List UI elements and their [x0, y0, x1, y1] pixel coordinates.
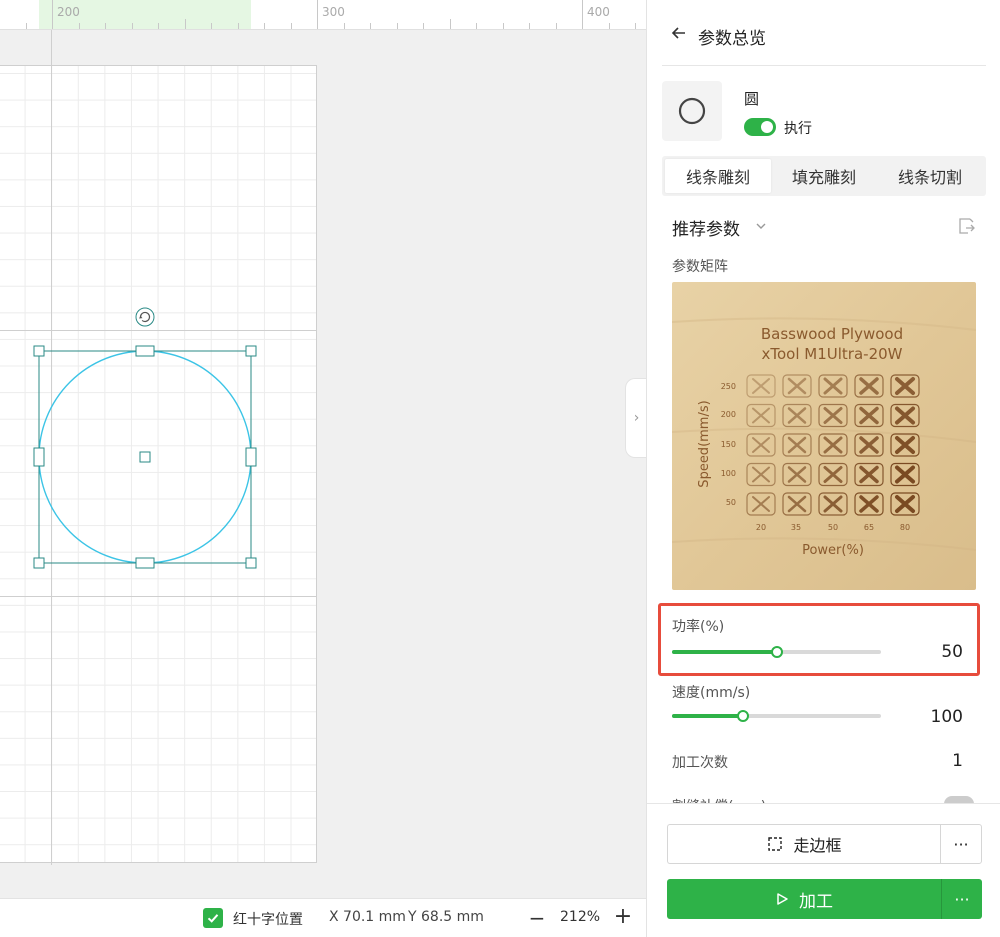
processing-mode-tabs: 线条雕刻 填充雕刻 线条切割 — [662, 156, 986, 196]
matrix-title-line2: xTool M1Ultra-20W — [762, 345, 903, 363]
matrix-speed-tick: 100 — [721, 469, 736, 478]
resize-handle-bottom[interactable] — [135, 557, 155, 569]
tab-fill-engrave[interactable]: 填充雕刻 — [771, 159, 877, 193]
shape-thumbnail — [662, 81, 722, 141]
process-button[interactable]: 加工 — [667, 879, 941, 919]
speed-slider-thumb[interactable] — [737, 710, 750, 722]
export-icon[interactable] — [956, 216, 976, 236]
checkbox-checked-icon[interactable] — [203, 908, 223, 928]
chevron-right-icon: › — [633, 410, 640, 426]
matrix-speed-tick: 150 — [721, 440, 736, 449]
resize-handle-tr[interactable] — [245, 345, 257, 357]
matrix-speed-tick: 50 — [726, 498, 736, 507]
panel-footer: 走边框 ··· 加工 ··· — [647, 803, 1000, 937]
resize-handle-bl[interactable] — [33, 557, 45, 569]
zoom-in-button[interactable]: + — [613, 904, 633, 930]
frame-button[interactable]: 走边框 — [667, 824, 941, 864]
status-bar: 红十字位置 X 70.1 mm Y 68.5 mm − 212% + — [0, 898, 646, 937]
matrix-x-axis-label: Power(%) — [802, 543, 864, 558]
speed-slider-fill — [672, 714, 744, 718]
play-icon — [775, 892, 789, 906]
process-more-button[interactable]: ··· — [941, 879, 982, 919]
y-coordinate-readout: Y 68.5 mm — [408, 909, 484, 925]
zoom-level[interactable]: 212% — [560, 909, 600, 925]
preset-label: 推荐参数 — [672, 220, 740, 240]
x-coordinate-readout: X 70.1 mm — [329, 909, 406, 925]
resize-handle-top[interactable] — [135, 345, 155, 357]
resize-handle-br[interactable] — [245, 557, 257, 569]
panel-collapse-handle[interactable]: › — [625, 378, 646, 458]
canvas-area[interactable]: 200 300 400 › 红十字位置 X 70.1 mm Y 68.5 mm … — [0, 0, 646, 937]
panel-header: 参数总览 — [662, 0, 986, 66]
app-window: 200 300 400 › 红十字位置 X 70.1 mm Y 68.5 mm … — [0, 0, 1000, 937]
resize-handle-right[interactable] — [245, 447, 257, 467]
frame-dashed-icon — [767, 836, 783, 852]
matrix-y-axis-label: Speed(mm/s) — [697, 400, 712, 487]
parameter-matrix-image: Basswood Plywood xTool M1Ultra-20W Speed… — [672, 282, 976, 590]
passes-label: 加工次数 — [672, 755, 728, 771]
resize-handle-left[interactable] — [33, 447, 45, 467]
matrix-power-tick: 35 — [791, 523, 801, 532]
rotate-handle[interactable] — [135, 307, 155, 327]
matrix-power-tick: 20 — [756, 523, 766, 532]
matrix-speed-tick: 250 — [721, 382, 736, 391]
frame-button-label: 走边框 — [793, 836, 842, 855]
crosshair-position-label: 红十字位置 — [233, 912, 303, 928]
center-handle[interactable] — [139, 451, 151, 463]
process-button-label: 加工 — [799, 891, 833, 912]
execute-toggle[interactable] — [744, 118, 776, 136]
panel-title: 参数总览 — [698, 29, 766, 49]
matrix-power-tick: 80 — [900, 523, 910, 532]
frame-more-button[interactable]: ··· — [940, 824, 982, 864]
circle-icon — [678, 97, 706, 125]
preset-dropdown[interactable]: 推荐参数 — [672, 213, 986, 240]
power-highlight-box — [658, 603, 980, 676]
power-value[interactable]: 50 — [903, 642, 963, 662]
shape-name: 圆 — [744, 90, 760, 108]
zoom-out-button[interactable]: − — [527, 905, 547, 931]
passes-value[interactable]: 1 — [903, 751, 963, 771]
back-arrow-icon[interactable] — [670, 24, 688, 42]
parameter-matrix-label: 参数矩阵 — [672, 259, 728, 275]
power-slider[interactable] — [672, 646, 881, 658]
matrix-power-tick: 65 — [864, 523, 874, 532]
speed-label: 速度(mm/s) — [672, 685, 751, 701]
parameter-panel: 参数总览 圆 执行 线条雕刻 填充雕刻 线条切割 推荐参数 参数矩阵 Bassw… — [646, 0, 1000, 937]
execute-label: 执行 — [784, 121, 812, 137]
tab-line-cut[interactable]: 线条切割 — [877, 159, 983, 193]
matrix-power-tick: 50 — [828, 523, 838, 532]
power-slider-fill — [672, 650, 777, 654]
speed-value[interactable]: 100 — [903, 707, 963, 727]
tab-line-engrave[interactable]: 线条雕刻 — [665, 159, 771, 193]
speed-slider[interactable] — [672, 710, 881, 722]
chevron-down-icon — [756, 223, 766, 229]
resize-handle-tl[interactable] — [33, 345, 45, 357]
selection-layer[interactable] — [0, 0, 646, 898]
matrix-speed-tick: 200 — [721, 410, 736, 419]
power-label: 功率(%) — [672, 619, 725, 635]
power-slider-thumb[interactable] — [770, 646, 783, 658]
matrix-title-line1: Basswood Plywood — [761, 325, 903, 343]
